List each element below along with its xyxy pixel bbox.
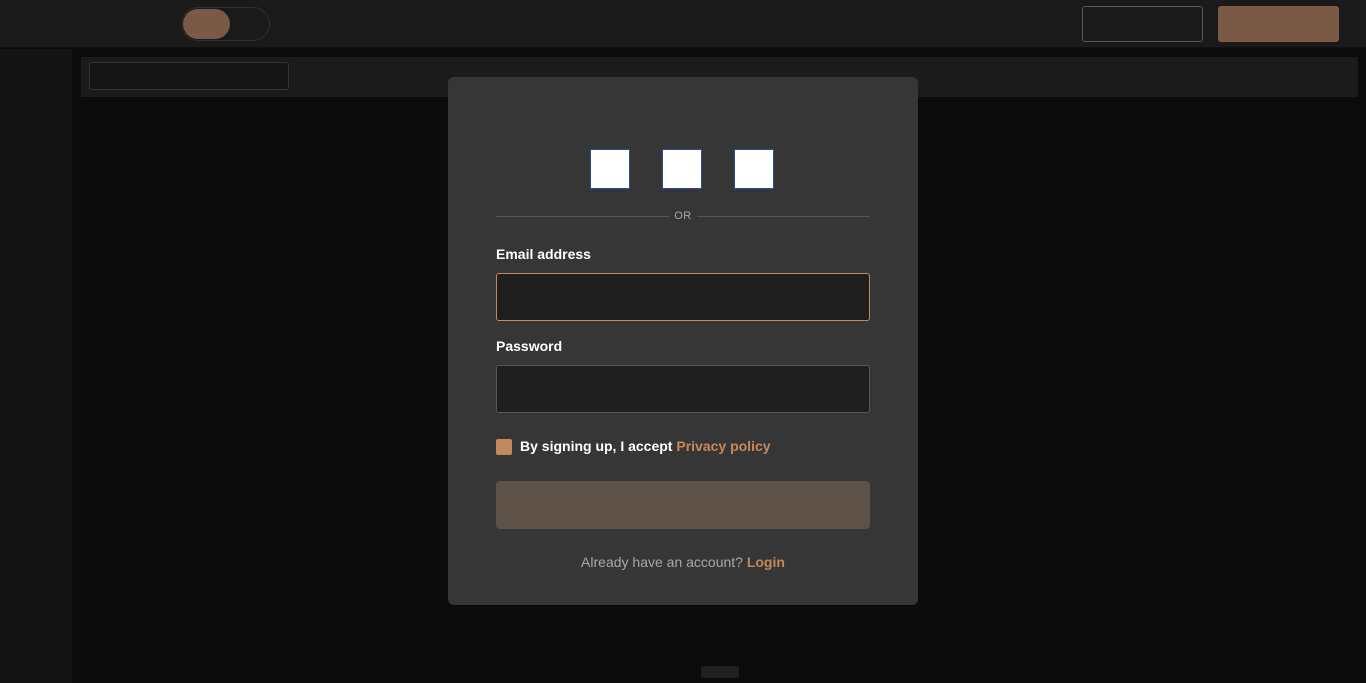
bottom-handle[interactable] bbox=[701, 666, 739, 678]
password-field[interactable] bbox=[496, 365, 870, 413]
login-prompt-text: Already have an account? bbox=[581, 554, 747, 570]
consent-label: By signing up, I accept bbox=[520, 438, 677, 454]
top-navbar bbox=[0, 0, 1366, 48]
login-link[interactable]: Login bbox=[747, 554, 785, 570]
email-label: Email address bbox=[496, 246, 591, 262]
toolbar-search-input[interactable] bbox=[89, 62, 289, 90]
social-login-button-1[interactable] bbox=[590, 149, 630, 189]
password-label: Password bbox=[496, 338, 563, 354]
theme-toggle[interactable] bbox=[181, 7, 270, 41]
social-login-button-3[interactable] bbox=[734, 149, 774, 189]
sidebar bbox=[0, 49, 72, 683]
signup-modal: OR Email address Password By signing up,… bbox=[448, 77, 918, 605]
nav-outline-button[interactable] bbox=[1082, 6, 1203, 42]
social-login-button-2[interactable] bbox=[662, 149, 702, 189]
consent-text: By signing up, I accept Privacy policy bbox=[520, 438, 771, 454]
divider-line-right bbox=[697, 216, 870, 217]
email-field[interactable] bbox=[496, 273, 870, 321]
divider-or: OR bbox=[674, 210, 692, 222]
nav-primary-button[interactable] bbox=[1218, 6, 1339, 42]
login-prompt: Already have an account? Login bbox=[448, 554, 918, 570]
privacy-policy-link[interactable]: Privacy policy bbox=[676, 438, 770, 454]
privacy-checkbox[interactable] bbox=[496, 439, 512, 455]
theme-toggle-knob bbox=[183, 9, 230, 39]
divider-line-left bbox=[496, 216, 669, 217]
signup-submit-button[interactable] bbox=[496, 481, 870, 529]
